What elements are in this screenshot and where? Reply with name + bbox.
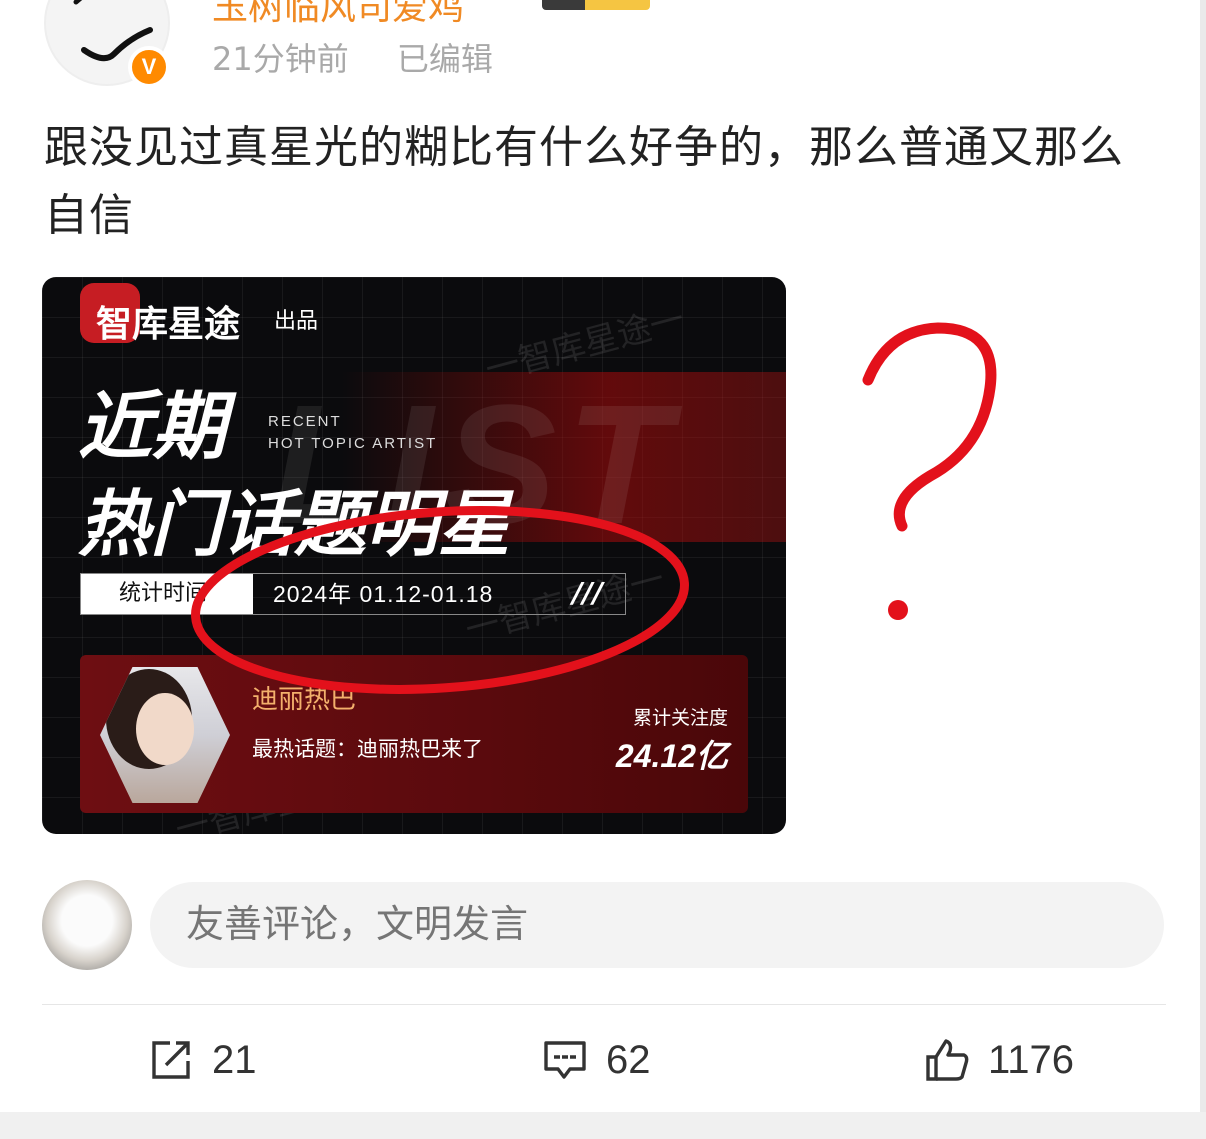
post-meta: 21分钟前 已编辑 (212, 34, 493, 80)
english-line1: RECENT (268, 413, 342, 430)
edited-label: 已编辑 (396, 40, 493, 78)
post-text: 跟没见过真星光的糊比有什么好争的，那么普通又那么自信 (44, 122, 1124, 241)
my-avatar[interactable] (42, 880, 132, 970)
image-title-line1: 近期 (78, 384, 226, 470)
image-english-title: RECENT HOT TOPIC ARTIST (268, 411, 437, 455)
star-topic: 最热话题：迪丽热巴来了 (252, 737, 483, 761)
author-name[interactable]: 玉树临风司爱鸡 (212, 0, 464, 30)
like-button[interactable]: 1176 (924, 1030, 1074, 1090)
comment-icon (544, 1041, 586, 1079)
brand-name: 智库星途 (96, 304, 241, 345)
star-name: 迪丽热巴 (252, 685, 357, 715)
post-time: 21分钟前 (212, 40, 349, 78)
question-mark-dot (888, 600, 908, 620)
question-mark-annotation-icon (862, 322, 997, 532)
stat-value: 2024年 01.12-01.18 (273, 581, 494, 607)
comment-button[interactable]: 62 (542, 1030, 651, 1090)
stat-period-box: 统计时间 2024年 01.12-01.18 /// (80, 573, 626, 615)
member-level-badge (542, 0, 650, 10)
english-line2: HOT TOPIC ARTIST (268, 435, 438, 452)
comment-count: 62 (606, 1037, 651, 1082)
verified-badge-icon: V (128, 46, 170, 88)
comment-input[interactable] (150, 882, 1164, 968)
share-icon (152, 1041, 190, 1079)
image-title-line2: 热门话题明星 (78, 482, 511, 566)
metric-label: 累计关注度 (632, 707, 728, 729)
stat-label: 统计时间 (81, 574, 253, 614)
right-edge (1200, 0, 1206, 1139)
brand-suffix: 出品 (274, 309, 319, 334)
bottom-bar (0, 1112, 1206, 1139)
metric-value: 24.12亿 (615, 738, 728, 774)
action-divider (42, 1004, 1166, 1005)
slash-decoration-icon: /// (572, 576, 603, 609)
share-count: 21 (212, 1037, 257, 1082)
star-photo (100, 667, 230, 803)
post-image[interactable]: LIST 一智库星途一 一智库星途一 一智库星途一 智库星途 出品 近期 REC… (42, 277, 786, 834)
rank-entry: 迪丽热巴 最热话题：迪丽热巴来了 累计关注度 24.12亿 (80, 655, 748, 813)
star-face (136, 693, 194, 765)
thumbs-up-icon (926, 1039, 969, 1081)
share-button[interactable]: 21 (148, 1030, 257, 1090)
like-count: 1176 (988, 1037, 1075, 1082)
